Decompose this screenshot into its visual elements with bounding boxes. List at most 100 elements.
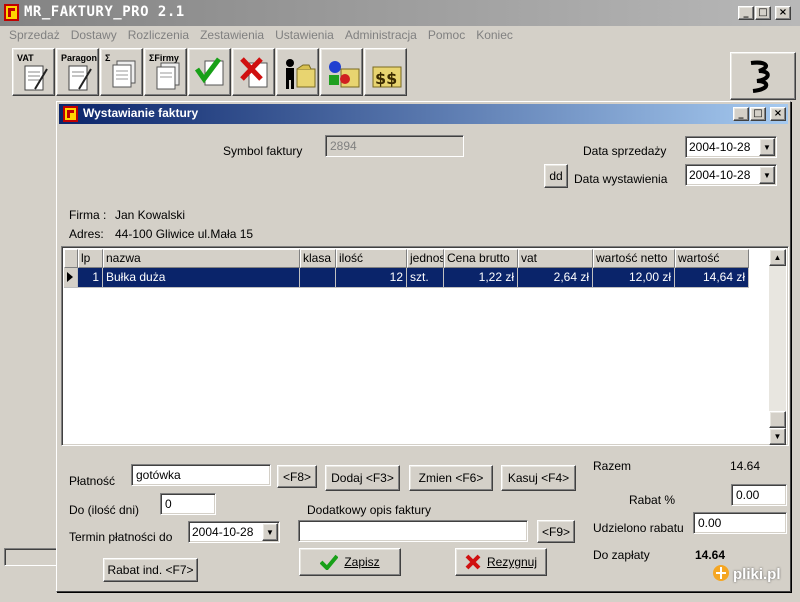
menu-zestawienia[interactable]: Zestawienia [195,26,270,46]
company-logo-icon [750,60,770,93]
f9-label: <F9> [541,524,571,539]
menu-ustawienia[interactable]: Ustawienia [270,26,340,46]
toolbar-shapes-button[interactable] [320,48,363,96]
toolbar-users-button[interactable] [276,48,319,96]
granted-rabat-label: Udzielono rabatu [593,521,684,535]
toolbar-approve-button[interactable] [188,48,231,96]
scroll-up-icon[interactable]: ▲ [769,249,786,266]
scroll-down-icon[interactable]: ▼ [769,428,786,445]
column-header-lp[interactable]: lp [78,249,103,268]
dd-label: dd [549,169,563,183]
table-scrollbar[interactable]: ▲ ▼ [769,249,786,445]
menu-pomoc[interactable]: Pomoc [423,26,471,46]
menu-administracja[interactable]: Administracja [340,26,423,46]
add-button[interactable]: Dodaj <F3> [325,465,400,491]
sale-date-value: 2004-10-28 [689,140,751,154]
cell-klasa[interactable] [300,268,336,288]
companies-documents-icon [156,62,180,90]
column-header-vat[interactable]: vat [518,249,593,268]
cell-wartosc-netto[interactable]: 12,00 zł [593,268,675,288]
app-toolbar: VAT Paragon Σ ΣFirmy $$ [12,48,407,98]
column-header-cena-brutto[interactable]: Cena brutto [444,249,518,268]
rabat-pct-field[interactable]: 0.00 [731,484,787,506]
table-header: lp nazwa klasa ilość jednos Cena brutto … [64,249,749,268]
menu-koniec[interactable]: Koniec [471,26,519,46]
table-row[interactable]: 1 Bułka duża 12 szt. 1,22 zł 2,64 zł 12,… [64,268,749,288]
issue-date-select[interactable]: 2004-10-28 ▼ [685,164,777,186]
description-field[interactable] [298,520,528,542]
dd-button[interactable]: dd [544,164,568,188]
toolbar-sigma-button[interactable]: Σ [100,48,143,96]
column-header-ilosc[interactable]: ilość [336,249,407,268]
toolbar-delete-button[interactable] [232,48,275,96]
total-label: Razem [593,459,632,473]
save-label: Zapisz [344,555,380,569]
app-maximize-button[interactable]: □ [755,6,771,20]
toolbar-money-button[interactable]: $$ [364,48,407,96]
cell-vat[interactable]: 2,64 zł [518,268,593,288]
description-label: Dodatkowy opis faktury [307,503,432,517]
cross-document-icon [240,57,268,88]
dialog-close-button[interactable]: × [770,107,786,121]
symbol-label: Symbol faktury [223,144,303,158]
symbol-field[interactable]: 2894 [325,135,464,157]
chevron-down-icon[interactable]: ▼ [759,138,775,156]
checkmark-document-icon [195,57,224,86]
cell-cena-brutto[interactable]: 1,22 zł [444,268,518,288]
cell-nazwa[interactable]: Bułka duża [103,268,300,288]
change-label: Zmien <F6> [418,471,484,485]
chevron-down-icon[interactable]: ▼ [759,166,775,184]
app-close-button[interactable]: × [775,6,791,20]
menu-dostawy[interactable]: Dostawy [66,26,123,46]
f8-button[interactable]: <F8> [277,465,317,488]
payment-field[interactable]: gotówka [131,464,271,486]
dialog-maximize-button[interactable]: □ [750,107,766,121]
column-header-wartosc-netto[interactable]: wartość netto [593,249,675,268]
due-date-select[interactable]: 2004-10-28 ▼ [188,521,280,543]
chevron-down-icon[interactable]: ▼ [262,523,278,541]
app-menubar: Sprzedaż Dostawy Rozliczenia Zestawienia… [0,26,800,46]
cell-ilosc[interactable]: 12 [336,268,407,288]
cell-lp[interactable]: 1 [78,268,103,288]
menu-rozliczenia[interactable]: Rozliczenia [123,26,195,46]
column-header-klasa[interactable]: klasa [300,249,336,268]
scroll-thumb[interactable] [769,411,786,428]
app-side-logo-button[interactable] [730,52,796,100]
delete-label: Kasuj <F4> [507,471,570,485]
save-button[interactable]: Zapisz [299,548,401,576]
watermark-logo-icon [713,565,729,581]
app-logo-icon [4,4,20,25]
toolbar-paragon-button[interactable]: Paragon [56,48,99,96]
watermark-text: pliki.pl [733,565,781,583]
days-field[interactable]: 0 [160,493,216,515]
column-header-wartosc[interactable]: wartość [675,249,749,268]
sale-date-label: Data sprzedaży [583,144,667,158]
rabat-ind-label: Rabat ind. <F7> [107,563,194,577]
column-header-jednostka[interactable]: jednos [407,249,444,268]
days-label: Do (ilość dni) [69,503,140,517]
invoice-items-table: lp nazwa klasa ilość jednos Cena brutto … [61,246,789,446]
column-header-nazwa[interactable]: nazwa [103,249,300,268]
menu-sprzedaz[interactable]: Sprzedaż [4,26,66,46]
delete-button[interactable]: Kasuj <F4> [501,465,576,491]
app-minimize-button[interactable]: _ [738,6,754,20]
cross-icon [465,554,481,570]
granted-rabat-field[interactable]: 0.00 [693,512,787,534]
rabat-ind-button[interactable]: Rabat ind. <F7> [103,558,198,582]
change-button[interactable]: Zmien <F6> [409,465,493,491]
f9-button[interactable]: <F9> [537,520,575,543]
dialog-minimize-button[interactable]: _ [733,107,749,121]
app-title: MR_FAKTURY_PRO 2.1 [24,4,185,20]
address-label: Adres: [69,227,104,241]
cell-wartosc[interactable]: 14,64 zł [675,268,749,288]
address-value: 44-100 Gliwice ul.Mała 15 [115,227,254,241]
receipt-pen-icon [68,65,92,91]
toolbar-vat-button[interactable]: VAT [12,48,55,96]
issue-date-value: 2004-10-28 [689,168,751,182]
sale-date-select[interactable]: 2004-10-28 ▼ [685,136,777,158]
firm-value: Jan Kowalski [115,208,186,222]
to-pay-value: 14.64 [695,548,726,562]
cancel-button[interactable]: Rezygnuj [455,548,547,576]
toolbar-sigma-firmy-button[interactable]: ΣFirmy [144,48,187,96]
cell-jednostka[interactable]: szt. [407,268,444,288]
